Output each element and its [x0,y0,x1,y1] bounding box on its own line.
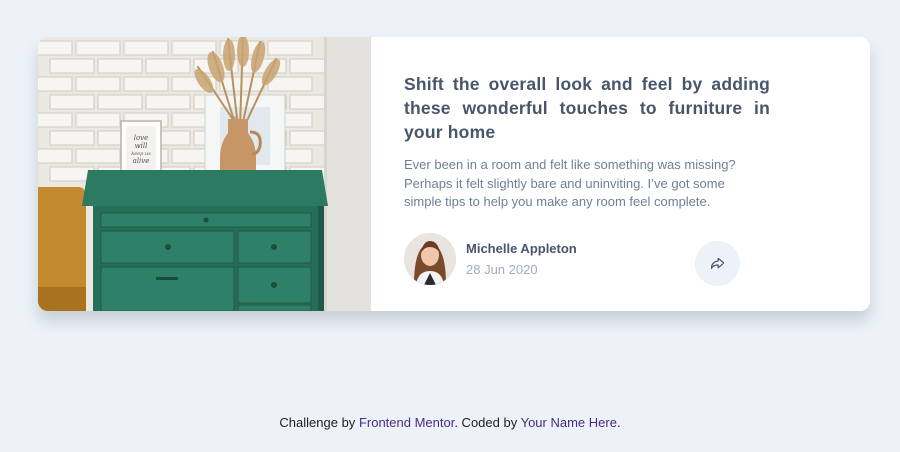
drawers-photo: love will keep us alive [38,37,371,311]
avatar-photo [404,233,456,285]
share-icon [711,258,724,269]
svg-text:love: love [134,134,149,142]
svg-text:alive: alive [133,157,150,165]
drawers-illustration: love will keep us alive [38,37,371,311]
article-content: Shift the overall look and feel by addin… [371,37,870,311]
article-card: love will keep us alive Shift the overal… [38,37,870,311]
svg-text:will: will [135,142,148,150]
avatar-illustration [404,233,456,285]
attribution-suffix: . [616,415,621,430]
author-name: Michelle Appleton [466,240,577,256]
frontend-mentor-link[interactable]: Frontend Mentor [359,415,454,430]
author-link[interactable]: Your Name Here [521,415,617,430]
article-description: Ever been in a room and felt like someth… [404,157,736,209]
author-info: Michelle Appleton 28 Jun 2020 [404,233,577,285]
post-date: 28 Jun 2020 [466,261,538,277]
attribution: Challenge by Frontend Mentor. Coded by Y… [0,415,900,430]
article-title: Shift the overall look and feel by addin… [404,74,770,142]
attribution-middle: . Coded by [454,415,518,430]
attribution-prefix: Challenge by [279,415,356,430]
share-button[interactable] [695,241,740,286]
